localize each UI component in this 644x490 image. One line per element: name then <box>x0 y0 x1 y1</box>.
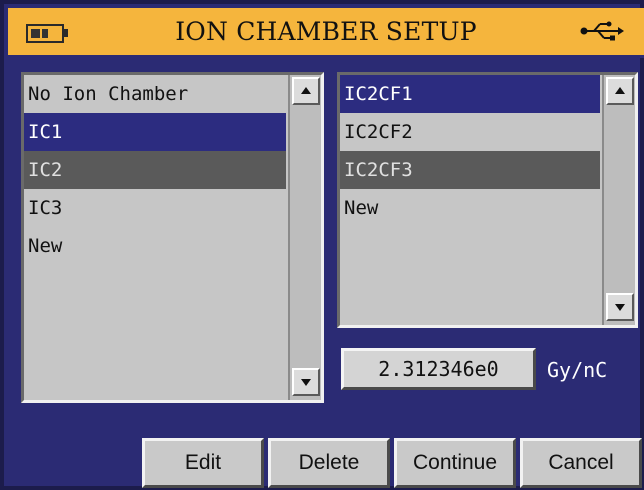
calibration-factor-items: IC2CF1 IC2CF2 IC2CF3 New <box>340 75 600 227</box>
calibration-factor-scrollbar[interactable] <box>602 75 635 325</box>
delete-button[interactable]: Delete <box>268 438 390 488</box>
page-title: ION CHAMBER SETUP <box>175 17 477 46</box>
list-item-ic2cf1[interactable]: IC2CF1 <box>340 75 600 113</box>
cancel-button[interactable]: Cancel <box>520 438 642 488</box>
edit-button[interactable]: Edit <box>142 438 264 488</box>
calibration-value-field[interactable]: 2.312346e0 <box>341 348 536 390</box>
list-item-new-chamber[interactable]: New <box>24 227 286 265</box>
list-item-ic2cf2[interactable]: IC2CF2 <box>340 113 600 151</box>
list-item-ic1[interactable]: IC1 <box>24 113 286 151</box>
list-item-ic2[interactable]: IC2 <box>24 151 286 189</box>
ion-chamber-scrollbar[interactable] <box>288 75 321 400</box>
arrow-down-icon <box>301 379 311 386</box>
ion-chamber-list: No Ion Chamber IC1 IC2 IC3 New <box>21 72 324 403</box>
arrow-up-icon <box>615 87 625 94</box>
scroll-up-button[interactable] <box>292 77 320 105</box>
calibration-factor-list: IC2CF1 IC2CF2 IC2CF3 New <box>337 72 638 328</box>
continue-button[interactable]: Continue <box>394 438 516 488</box>
calibration-unit-label: Gy/nC <box>547 358 608 382</box>
usb-icon <box>580 20 624 42</box>
list-item-ic3[interactable]: IC3 <box>24 189 286 227</box>
list-item-ic2cf3[interactable]: IC2CF3 <box>340 151 600 189</box>
ion-chamber-items: No Ion Chamber IC1 IC2 IC3 New <box>24 75 286 265</box>
list-item-new-factor[interactable]: New <box>340 189 600 227</box>
device-screen: ION CHAMBER SETUP No Ion Chamber IC1 IC2… <box>0 0 644 490</box>
arrow-up-icon <box>301 87 311 94</box>
list-item-no-ion-chamber[interactable]: No Ion Chamber <box>24 75 286 113</box>
scroll-down-button[interactable] <box>606 293 634 321</box>
scroll-down-button[interactable] <box>292 368 320 396</box>
arrow-down-icon <box>615 304 625 311</box>
scroll-up-button[interactable] <box>606 77 634 105</box>
title-bar: ION CHAMBER SETUP <box>8 8 644 58</box>
